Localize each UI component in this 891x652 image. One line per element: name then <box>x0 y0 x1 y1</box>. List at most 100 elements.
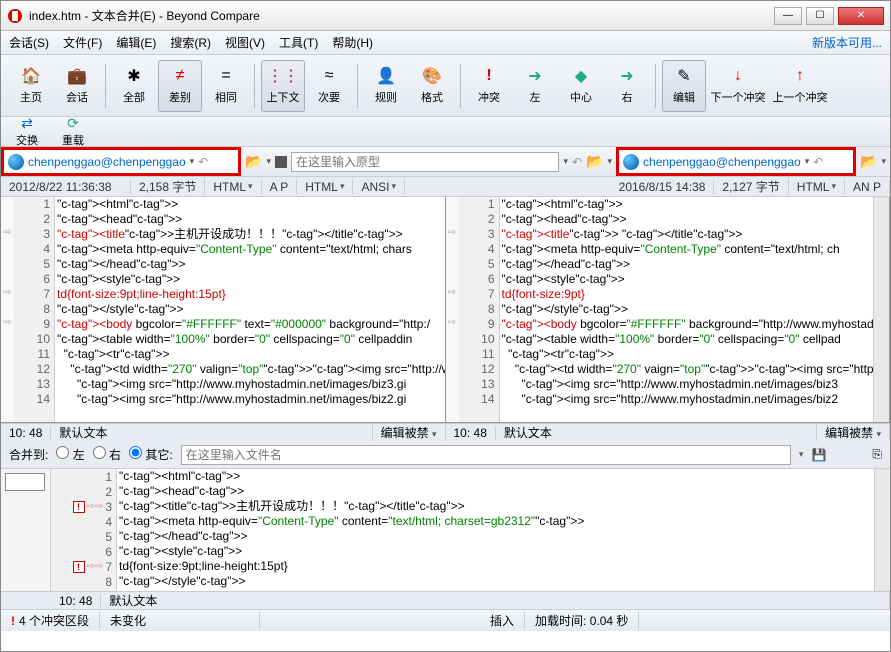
home-icon: 🏠 <box>22 67 40 85</box>
window-title: index.htm - 文本合并(E) - Beyond Compare <box>29 7 260 24</box>
edit-locked[interactable]: 编辑被禁 ▾ <box>373 424 446 441</box>
compare-panes: ⇨⇨⇨ 1234567891011121314 "c-tag"><html"c-… <box>1 197 890 423</box>
undo-icon[interactable]: ↶ <box>813 155 823 169</box>
referee-icon: 👤 <box>377 67 395 85</box>
exclaim-icon: ! <box>11 614 15 628</box>
right-posbar: 10: 48 默认文本 编辑被禁 ▾ <box>446 423 891 441</box>
dropdown-icon[interactable]: ▾ <box>190 156 195 167</box>
update-link[interactable]: 新版本可用... <box>812 34 882 51</box>
right-gutter: 1234567891011121314 <box>460 197 500 422</box>
thumbnail-column[interactable] <box>1 469 51 591</box>
swap-button[interactable]: ⇄交换 <box>9 115 45 148</box>
not-equal-icon: ≠ <box>171 67 189 85</box>
separator <box>460 64 461 108</box>
merge-code[interactable]: "c-tag"><html"c-tag">>"c-tag"><head"c-ta… <box>117 469 874 591</box>
edit-locked-r[interactable]: 编辑被禁 ▾ <box>817 424 890 441</box>
left-format[interactable]: HTML ▾ <box>205 180 261 194</box>
app-icon <box>7 8 23 24</box>
title-bar: index.htm - 文本合并(E) - Beyond Compare — ☐… <box>1 1 890 31</box>
up-arrow-icon: ↑ <box>791 67 809 85</box>
merge-right-radio[interactable]: 右 <box>93 446 121 463</box>
center-button[interactable]: ◆中心 <box>559 60 603 112</box>
home-button[interactable]: 🏠主页 <box>9 60 53 112</box>
down-arrow-icon: ↓ <box>729 67 747 85</box>
path-row: chenpenggao@chenpenggao ▾ ↶ 📂 ▾ ▾ ↶ 📂 ▾ ch… <box>1 147 890 177</box>
edit-button[interactable]: ✎编辑 <box>662 60 706 112</box>
chevron-down-icon[interactable]: ▾ <box>266 156 271 167</box>
maximize-button[interactable]: ☐ <box>806 7 834 25</box>
merge-body: 12!⇨⇨3456!⇨⇨78 "c-tag"><html"c-tag">>"c-… <box>1 469 890 591</box>
left-path[interactable]: chenpenggao@chenpenggao <box>28 155 186 169</box>
left-encoding: A P <box>262 180 298 194</box>
left-date: 2012/8/22 11:36:38 <box>1 180 131 194</box>
context-button[interactable]: ⋮⋮上下文 <box>261 60 305 112</box>
same-button[interactable]: =相同 <box>204 60 248 112</box>
left-button[interactable]: ➜左 <box>513 60 557 112</box>
left-posbar: 10: 48 默认文本 编辑被禁 ▾ <box>1 423 446 441</box>
menu-search[interactable]: 搜索(R) <box>170 34 211 51</box>
dropdown-icon[interactable]: ▾ <box>805 156 810 167</box>
left-code[interactable]: "c-tag"><html"c-tag">>"c-tag"><head"c-ta… <box>55 197 445 422</box>
mid-encoding[interactable]: ANSI ▾ <box>353 180 405 194</box>
context-icon: ⋮⋮ <box>274 67 292 85</box>
chevron-down-icon[interactable]: ▾ <box>608 156 613 167</box>
folder-open-icon[interactable]: 📂 <box>245 153 262 170</box>
thumbnail <box>5 473 45 491</box>
merge-default-text: 默认文本 <box>101 592 890 609</box>
copy-icon[interactable]: ⎘ <box>872 447 882 462</box>
status-insert: 插入 <box>480 612 525 629</box>
right-path[interactable]: chenpenggao@chenpenggao <box>643 155 801 169</box>
diff-button[interactable]: ≠差别 <box>158 60 202 112</box>
minimize-button[interactable]: — <box>774 7 802 25</box>
folder-open-icon[interactable]: 📂 <box>586 153 603 170</box>
menu-view[interactable]: 视图(V) <box>225 34 265 51</box>
reload-icon: ⟳ <box>67 115 79 132</box>
info-row: 2012/8/22 11:36:38 2,158 字节 HTML ▾ A P H… <box>1 177 890 197</box>
prev-conflict-button[interactable]: ↑上一个冲突 <box>770 60 830 112</box>
reload-button[interactable]: ⟳重载 <box>55 115 91 148</box>
right-code[interactable]: "c-tag"><html"c-tag">>"c-tag"><head"c-ta… <box>500 197 874 422</box>
mid-format[interactable]: HTML ▾ <box>297 180 353 194</box>
stop-icon[interactable] <box>275 156 287 168</box>
menu-tools[interactable]: 工具(T) <box>279 34 318 51</box>
merge-left-radio[interactable]: 左 <box>56 446 84 463</box>
format-icon: 🎨 <box>423 67 441 85</box>
right-button[interactable]: ➜右 <box>605 60 649 112</box>
status-bar: !4 个冲突区段 未变化 插入 加载时间: 0.04 秒 <box>1 609 890 631</box>
globe-icon <box>8 154 24 170</box>
scrollbar[interactable] <box>873 197 889 422</box>
merge-filename-input[interactable] <box>181 445 791 465</box>
merge-other-radio[interactable]: 其它: <box>129 446 173 463</box>
right-pos: 10: 48 <box>446 426 496 440</box>
chevron-down-icon[interactable]: ▾ <box>881 156 886 167</box>
folder-open-icon[interactable]: 📂 <box>860 153 877 170</box>
undo-icon[interactable]: ↶ <box>198 155 208 169</box>
conflict-button[interactable]: !冲突 <box>467 60 511 112</box>
left-path-cell: chenpenggao@chenpenggao ▾ ↶ <box>1 147 241 176</box>
left-gutter: 1234567891011121314 <box>15 197 55 422</box>
left-pos: 10: 48 <box>1 426 51 440</box>
approx-icon: ≈ <box>320 67 338 85</box>
menu-help[interactable]: 帮助(H) <box>332 34 373 51</box>
prototype-input[interactable] <box>291 152 560 172</box>
all-button[interactable]: ✱全部 <box>112 60 156 112</box>
undo-icon[interactable]: ↶ <box>572 155 582 169</box>
menu-edit[interactable]: 编辑(E) <box>116 34 156 51</box>
next-conflict-button[interactable]: ↓下一个冲突 <box>708 60 768 112</box>
merge-label: 合并到: <box>9 446 48 463</box>
left-pane: ⇨⇨⇨ 1234567891011121314 "c-tag"><html"c-… <box>1 197 446 422</box>
menu-file[interactable]: 文件(F) <box>63 34 102 51</box>
rules-button[interactable]: 👤规则 <box>364 60 408 112</box>
dropdown-icon[interactable]: ▾ <box>563 156 568 167</box>
scrollbar[interactable] <box>874 469 890 591</box>
main-toolbar: 🏠主页 💼会话 ✱全部 ≠差别 =相同 ⋮⋮上下文 ≈次要 👤规则 🎨格式 !冲… <box>1 55 890 117</box>
sessions-button[interactable]: 💼会话 <box>55 60 99 112</box>
close-button[interactable]: ✕ <box>838 7 884 25</box>
minor-button[interactable]: ≈次要 <box>307 60 351 112</box>
right-format[interactable]: HTML ▾ <box>789 180 845 194</box>
menu-session[interactable]: 会话(S) <box>9 34 49 51</box>
dropdown-icon[interactable]: ▾ <box>799 449 804 460</box>
position-bars: 10: 48 默认文本 编辑被禁 ▾ 10: 48 默认文本 编辑被禁 ▾ <box>1 423 890 441</box>
save-icon[interactable]: 💾 <box>811 448 826 462</box>
format-button[interactable]: 🎨格式 <box>410 60 454 112</box>
